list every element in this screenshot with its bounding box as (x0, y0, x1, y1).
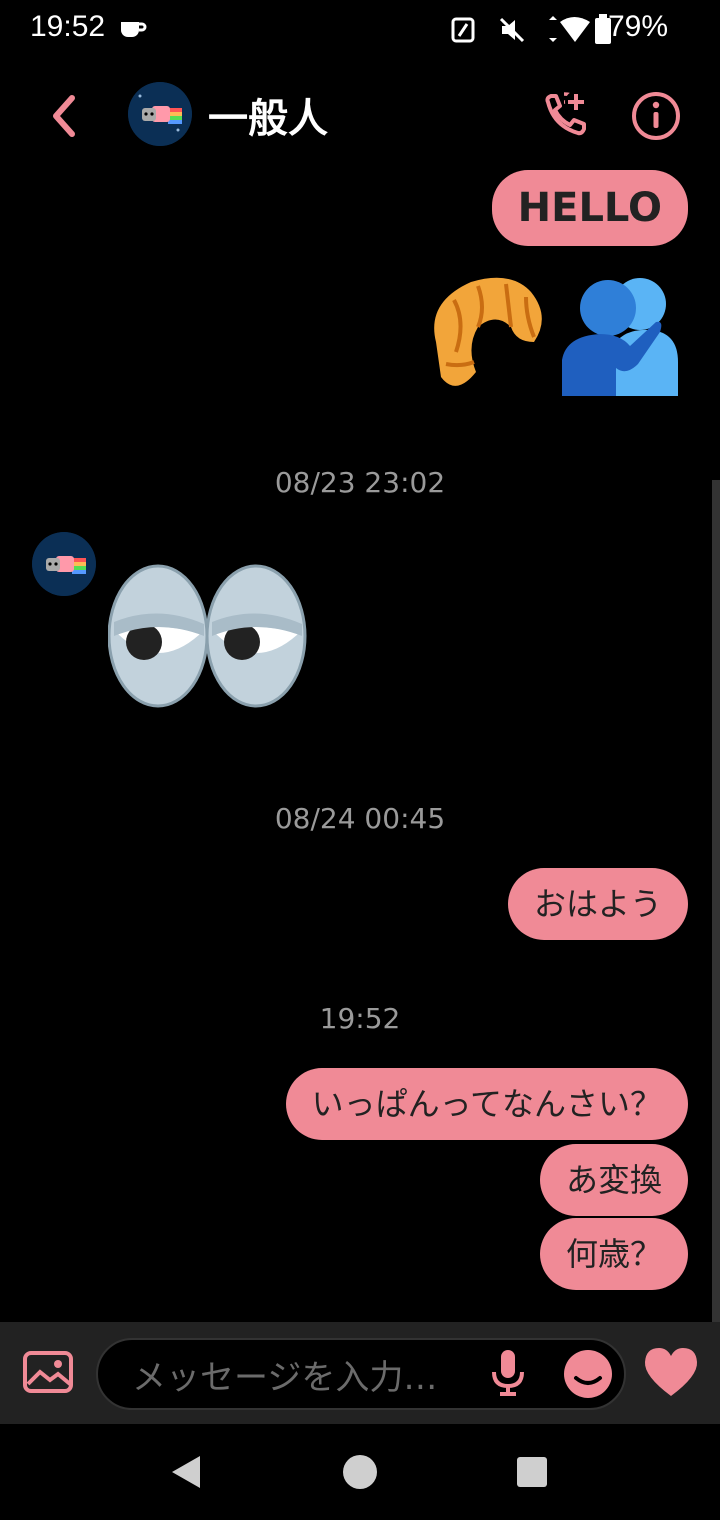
hug-sticker[interactable] (560, 272, 678, 396)
message-bubble[interactable]: おはよう (507, 868, 688, 940)
wifi-icon: 4 (544, 16, 592, 44)
message-input-placeholder: メッセージを入力… (132, 1358, 438, 1398)
nyan-cat-icon (32, 532, 96, 596)
people-hugging-icon (562, 278, 678, 396)
timestamp: 08/23 23:02 (274, 466, 446, 499)
call-add-icon (545, 91, 587, 136)
rolling-eyes-icon (107, 564, 307, 708)
info-icon (632, 92, 680, 140)
message-bubble[interactable]: あ変換 (539, 1144, 688, 1216)
square-recents-icon (517, 1457, 547, 1487)
message-bubble[interactable]: いっぱんってなんさい？ (285, 1068, 688, 1140)
croissant-sticker[interactable] (416, 272, 546, 396)
call-add-button[interactable] (540, 88, 596, 144)
nyan-cat-icon (128, 82, 192, 146)
sender-avatar[interactable] (32, 532, 96, 596)
message-bubble[interactable]: 何歳？ (539, 1218, 688, 1290)
message-bubble[interactable]: HELLO (491, 170, 688, 246)
nav-recents-button[interactable] (516, 1456, 548, 1488)
heart-icon (644, 1348, 698, 1396)
info-button[interactable] (628, 88, 684, 144)
timestamp: 19:52 (319, 1002, 401, 1035)
contact-avatar[interactable] (128, 82, 192, 146)
nfc-icon (450, 16, 478, 44)
timestamp: 08/24 00:45 (274, 802, 446, 835)
network-label: 4 (579, 30, 586, 43)
image-button[interactable] (22, 1350, 74, 1394)
status-time: 19:52 (30, 10, 106, 43)
emoji-button[interactable] (562, 1348, 614, 1400)
like-button[interactable] (642, 1346, 700, 1400)
back-button[interactable] (44, 88, 84, 144)
nav-back-button[interactable] (168, 1452, 204, 1492)
smile-icon (564, 1350, 612, 1398)
triangle-back-icon (172, 1456, 200, 1488)
mute-icon (498, 16, 526, 44)
chevron-left-icon (53, 95, 75, 137)
battery-percent: 79% (607, 10, 668, 43)
coffee-icon (118, 16, 148, 40)
circle-home-icon (343, 1455, 377, 1489)
nav-home-button[interactable] (342, 1454, 378, 1490)
eyes-sticker[interactable] (107, 564, 308, 710)
mic-button[interactable] (490, 1348, 526, 1398)
image-icon (23, 1351, 73, 1393)
croissant-icon (434, 277, 542, 386)
scrollbar[interactable] (712, 480, 720, 1322)
microphone-icon (492, 1350, 524, 1396)
contact-name[interactable]: 一般人 (208, 86, 328, 144)
